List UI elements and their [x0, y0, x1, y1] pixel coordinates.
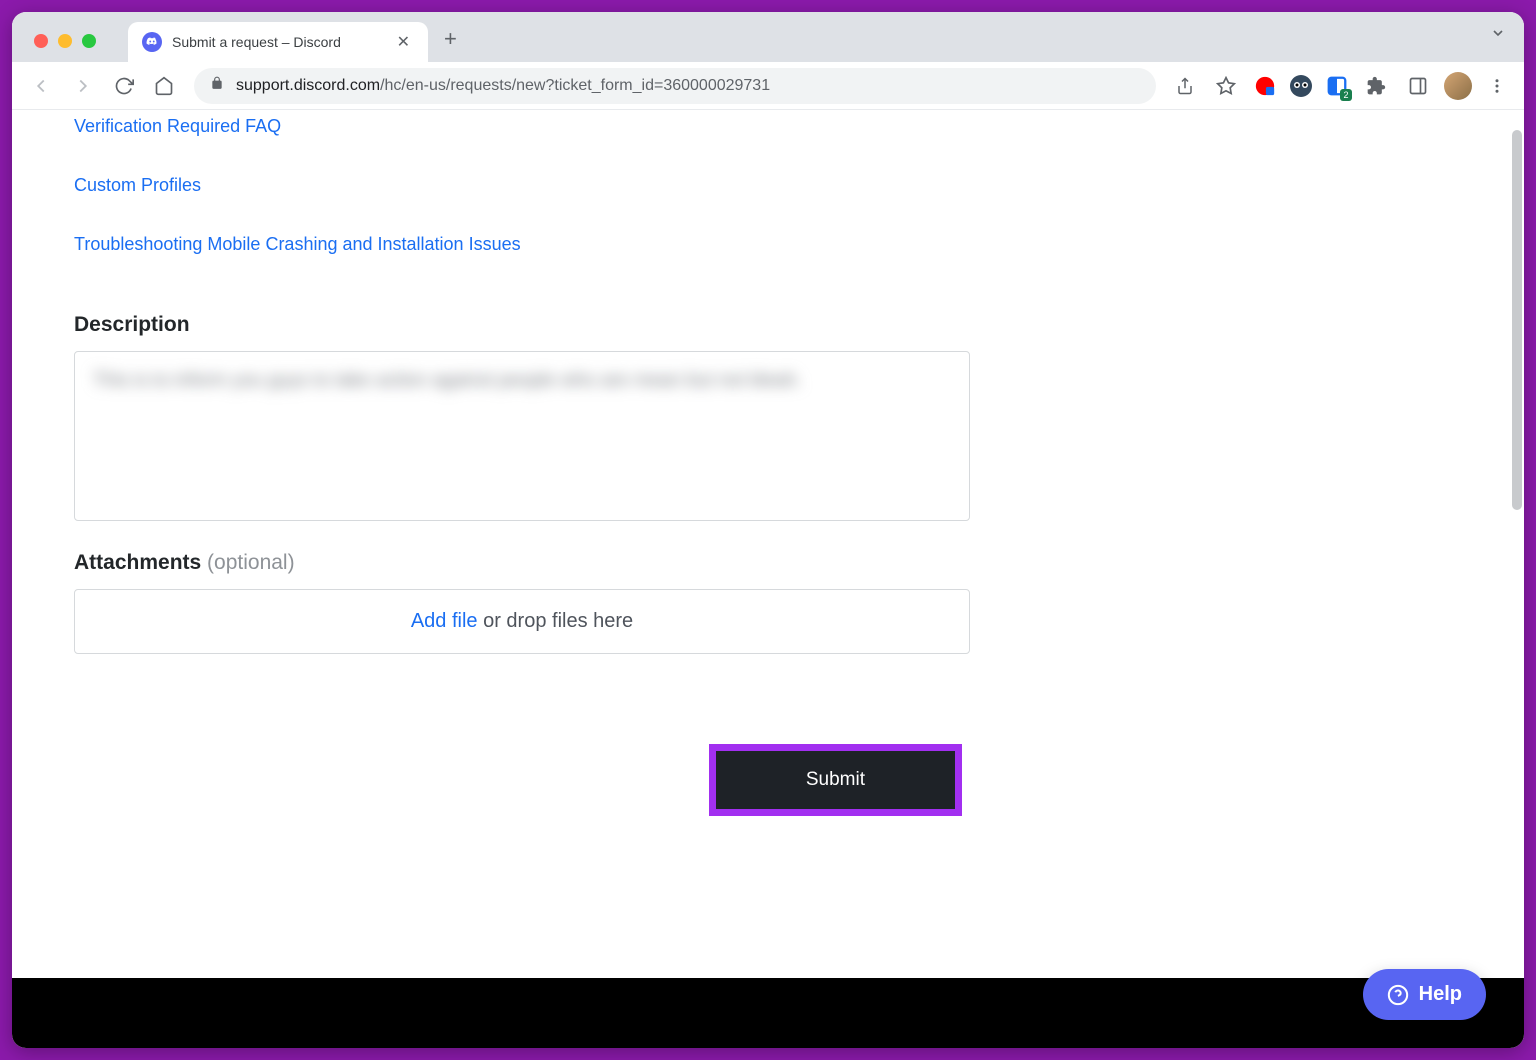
add-file-link[interactable]: Add file [411, 610, 478, 632]
extension-icon[interactable] [1252, 73, 1278, 99]
browser-toolbar: support.discord.com/hc/en-us/requests/ne… [12, 62, 1524, 110]
browser-window: Submit a request – Discord ✕ + support.d… [12, 12, 1524, 1048]
scrollbar-thumb[interactable] [1512, 130, 1522, 510]
profile-avatar[interactable] [1444, 72, 1472, 100]
help-link[interactable]: Custom Profiles [74, 165, 970, 224]
lock-icon [210, 76, 224, 95]
page-viewport: Verification Required FAQ Custom Profile… [12, 110, 1524, 1048]
attachments-label: Attachments (optional) [74, 551, 970, 575]
submit-button[interactable]: Submit [709, 744, 962, 816]
close-tab-button[interactable]: ✕ [393, 32, 414, 52]
url-host: support.discord.com [236, 77, 380, 94]
home-button[interactable] [148, 70, 180, 102]
bookmark-button[interactable] [1210, 70, 1242, 102]
share-button[interactable] [1170, 71, 1200, 101]
extensions-menu-icon[interactable] [1360, 70, 1392, 102]
help-widget-label: Help [1419, 983, 1462, 1006]
extension-icon[interactable]: 2 [1324, 73, 1350, 99]
kebab-menu-icon[interactable] [1482, 71, 1512, 101]
page-footer [12, 978, 1524, 1048]
fullscreen-window-button[interactable] [82, 34, 96, 48]
help-icon [1387, 984, 1409, 1006]
side-panel-icon[interactable] [1402, 70, 1434, 102]
help-link[interactable]: Troubleshooting Mobile Crashing and Inst… [74, 224, 970, 283]
attachments-dropzone[interactable]: Add file or drop files here [74, 589, 970, 654]
tab-strip: Submit a request – Discord ✕ + [12, 12, 1524, 62]
help-link[interactable]: Verification Required FAQ [74, 110, 970, 165]
extension-badge: 2 [1340, 89, 1352, 101]
address-bar[interactable]: support.discord.com/hc/en-us/requests/ne… [194, 68, 1156, 104]
tabs-dropdown-icon[interactable] [1490, 25, 1506, 46]
back-button[interactable] [24, 69, 58, 103]
description-value: This is to inform you guys to take actio… [93, 368, 951, 395]
window-controls [22, 34, 108, 62]
extension-icon[interactable] [1288, 73, 1314, 99]
form-content: Verification Required FAQ Custom Profile… [12, 110, 1032, 856]
tab-title: Submit a request – Discord [172, 34, 383, 50]
minimize-window-button[interactable] [58, 34, 72, 48]
submit-row: Submit [74, 744, 970, 816]
description-label: Description [74, 313, 970, 337]
drop-hint: or drop files here [478, 610, 634, 632]
description-textarea[interactable]: This is to inform you guys to take actio… [74, 351, 970, 521]
help-widget-button[interactable]: Help [1363, 969, 1486, 1020]
discord-favicon-icon [142, 32, 162, 52]
browser-tab[interactable]: Submit a request – Discord ✕ [128, 22, 428, 62]
url-text: support.discord.com/hc/en-us/requests/ne… [236, 77, 770, 95]
attachments-label-text: Attachments [74, 551, 201, 574]
new-tab-button[interactable]: + [428, 26, 473, 62]
toolbar-actions: 2 [1170, 70, 1512, 102]
attachments-optional: (optional) [207, 551, 295, 574]
reload-button[interactable] [108, 70, 140, 102]
forward-button[interactable] [66, 69, 100, 103]
url-path: /hc/en-us/requests/new?ticket_form_id=36… [380, 77, 770, 94]
close-window-button[interactable] [34, 34, 48, 48]
